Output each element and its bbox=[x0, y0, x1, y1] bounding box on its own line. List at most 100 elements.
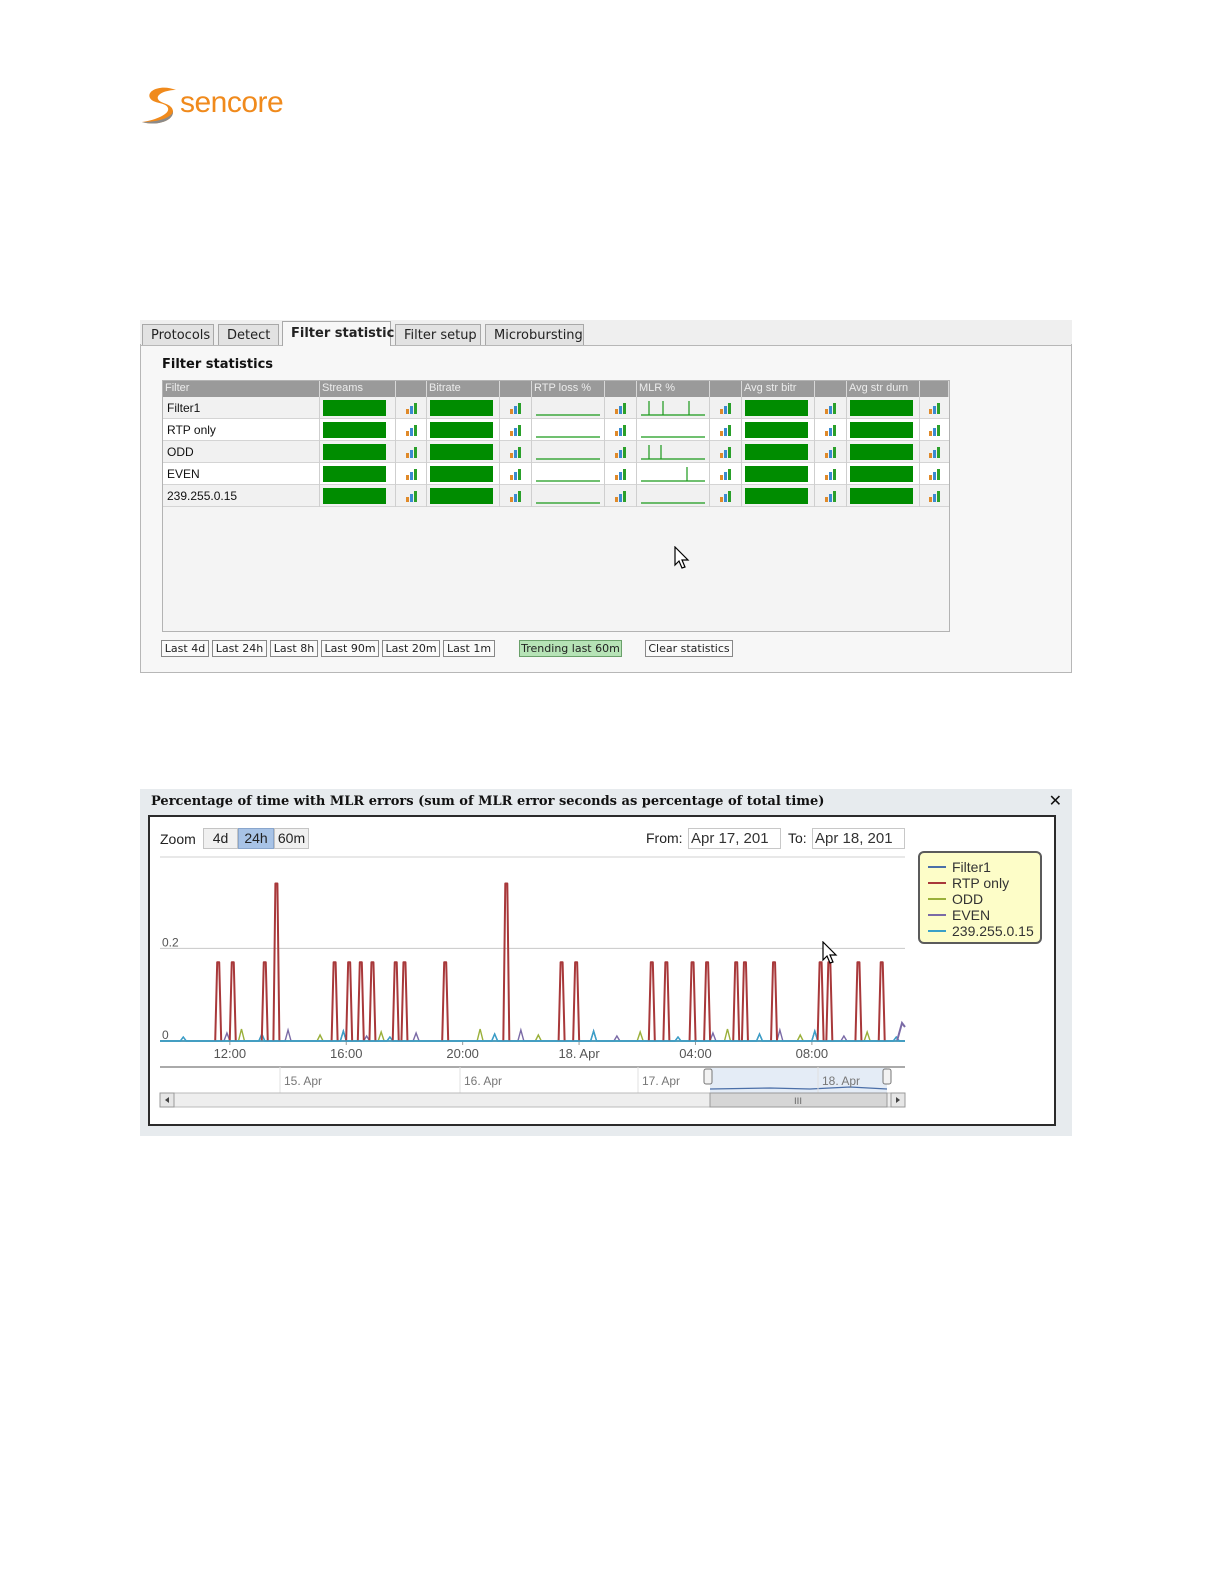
column-divider bbox=[604, 441, 605, 463]
last-4d-button[interactable]: Last 4d bbox=[161, 640, 209, 657]
last-1m-button[interactable]: Last 1m bbox=[443, 640, 495, 657]
column-divider bbox=[319, 441, 320, 463]
column-divider bbox=[604, 397, 605, 419]
legend-item-even[interactable]: EVEN bbox=[928, 907, 990, 923]
last-90m-button[interactable]: Last 90m bbox=[321, 640, 379, 657]
column-header[interactable] bbox=[815, 381, 847, 397]
legend-item-filter1[interactable]: Filter1 bbox=[928, 859, 991, 875]
column-header[interactable]: Avg str bitr bbox=[742, 381, 815, 397]
column-divider bbox=[709, 463, 710, 485]
chart-icon[interactable] bbox=[928, 424, 942, 436]
chart-icon[interactable] bbox=[719, 468, 733, 480]
chart-icon[interactable] bbox=[509, 468, 523, 480]
column-divider bbox=[636, 463, 637, 485]
column-divider bbox=[709, 485, 710, 507]
chart-icon[interactable] bbox=[405, 402, 419, 414]
tab-detect[interactable]: Detect bbox=[218, 324, 279, 345]
x-tick-label: 16:00 bbox=[330, 1046, 363, 1061]
table-row[interactable]: RTP only bbox=[163, 419, 949, 441]
legend-item-239-255-0-15[interactable]: 239.255.0.15 bbox=[928, 923, 1034, 939]
column-divider bbox=[604, 419, 605, 441]
navigator-handle[interactable] bbox=[703, 1068, 713, 1085]
x-tick-label: 20:00 bbox=[446, 1046, 479, 1061]
chart-icon[interactable] bbox=[614, 424, 628, 436]
chart-icon[interactable] bbox=[824, 446, 838, 458]
chart-icon[interactable] bbox=[928, 446, 942, 458]
chart-icon[interactable] bbox=[405, 468, 419, 480]
chart-icon[interactable] bbox=[405, 424, 419, 436]
chart-icon[interactable] bbox=[719, 424, 733, 436]
column-divider bbox=[604, 485, 605, 507]
column-divider bbox=[319, 419, 320, 441]
column-divider bbox=[814, 463, 815, 485]
table-row[interactable]: Filter1 bbox=[163, 397, 949, 419]
chart-icon[interactable] bbox=[405, 490, 419, 502]
column-header[interactable] bbox=[500, 381, 532, 397]
last-20m-button[interactable]: Last 20m bbox=[382, 640, 440, 657]
chart-icon[interactable] bbox=[824, 468, 838, 480]
column-divider bbox=[499, 485, 500, 507]
chart-icon[interactable] bbox=[405, 446, 419, 458]
chart-icon[interactable] bbox=[614, 402, 628, 414]
tab-filter-setup[interactable]: Filter setup bbox=[395, 324, 481, 345]
last-24h-button[interactable]: Last 24h bbox=[212, 640, 267, 657]
chart-icon[interactable] bbox=[719, 402, 733, 414]
trend-bar bbox=[745, 488, 808, 504]
legend-item-rtp-only[interactable]: RTP only bbox=[928, 875, 1009, 891]
column-header[interactable]: RTP loss % bbox=[532, 381, 605, 397]
chart-icon[interactable] bbox=[824, 402, 838, 414]
trend-bar bbox=[745, 400, 808, 416]
sencore-swoosh-icon bbox=[142, 87, 176, 124]
series-line bbox=[160, 1028, 905, 1042]
tab-filter-statistics[interactable]: Filter statistics bbox=[282, 321, 402, 346]
clear-statistics-button[interactable]: Clear statistics bbox=[645, 640, 733, 657]
column-header[interactable] bbox=[396, 381, 427, 397]
section-title: Filter statistics bbox=[162, 357, 274, 372]
tab-microbursting[interactable]: Microbursting bbox=[485, 324, 584, 345]
column-header[interactable]: MLR % bbox=[637, 381, 710, 397]
chart-icon[interactable] bbox=[614, 468, 628, 480]
trend-bar bbox=[323, 488, 386, 504]
column-divider bbox=[846, 397, 847, 419]
column-header[interactable]: Avg str durn bbox=[847, 381, 920, 397]
column-divider bbox=[426, 485, 427, 507]
chart-icon[interactable] bbox=[719, 446, 733, 458]
chart-icon[interactable] bbox=[614, 490, 628, 502]
tab-protocols[interactable]: Protocols bbox=[142, 324, 214, 345]
chart-icon[interactable] bbox=[509, 446, 523, 458]
table-row[interactable]: ODD bbox=[163, 441, 949, 463]
chart-icon[interactable] bbox=[509, 490, 523, 502]
column-divider bbox=[395, 441, 396, 463]
rtp-only-spike bbox=[770, 961, 779, 1042]
navigator-handle[interactable] bbox=[882, 1068, 892, 1085]
column-header[interactable]: Bitrate bbox=[427, 381, 500, 397]
column-header[interactable] bbox=[710, 381, 742, 397]
chart-icon[interactable] bbox=[824, 424, 838, 436]
chart-icon[interactable] bbox=[928, 490, 942, 502]
rtp-only-spike bbox=[647, 961, 656, 1042]
chart-icon[interactable] bbox=[824, 490, 838, 502]
column-header[interactable] bbox=[605, 381, 637, 397]
column-header[interactable]: Streams bbox=[320, 381, 396, 397]
chart-icon[interactable] bbox=[614, 446, 628, 458]
close-icon[interactable]: ✕ bbox=[1049, 791, 1062, 810]
column-header[interactable]: Filter bbox=[163, 381, 320, 397]
column-divider bbox=[741, 397, 742, 419]
rtp-only-spike bbox=[854, 961, 863, 1042]
chart-icon[interactable] bbox=[509, 424, 523, 436]
trend-bar bbox=[850, 400, 913, 416]
chart-icon[interactable] bbox=[928, 402, 942, 414]
last-8h-button[interactable]: Last 8h bbox=[270, 640, 318, 657]
column-divider bbox=[395, 463, 396, 485]
table-row[interactable]: EVEN bbox=[163, 463, 949, 485]
chart-icon[interactable] bbox=[719, 490, 733, 502]
mlr-sparkline bbox=[641, 445, 705, 460]
legend-item-odd[interactable]: ODD bbox=[928, 891, 983, 907]
rtp-only-spike bbox=[441, 961, 450, 1042]
trend-bar bbox=[850, 466, 913, 482]
trending-last-60m-button[interactable]: Trending last 60m bbox=[519, 640, 622, 657]
table-row[interactable]: 239.255.0.15 bbox=[163, 485, 949, 507]
chart-icon[interactable] bbox=[928, 468, 942, 480]
chart-icon[interactable] bbox=[509, 402, 523, 414]
column-header[interactable] bbox=[920, 381, 949, 397]
